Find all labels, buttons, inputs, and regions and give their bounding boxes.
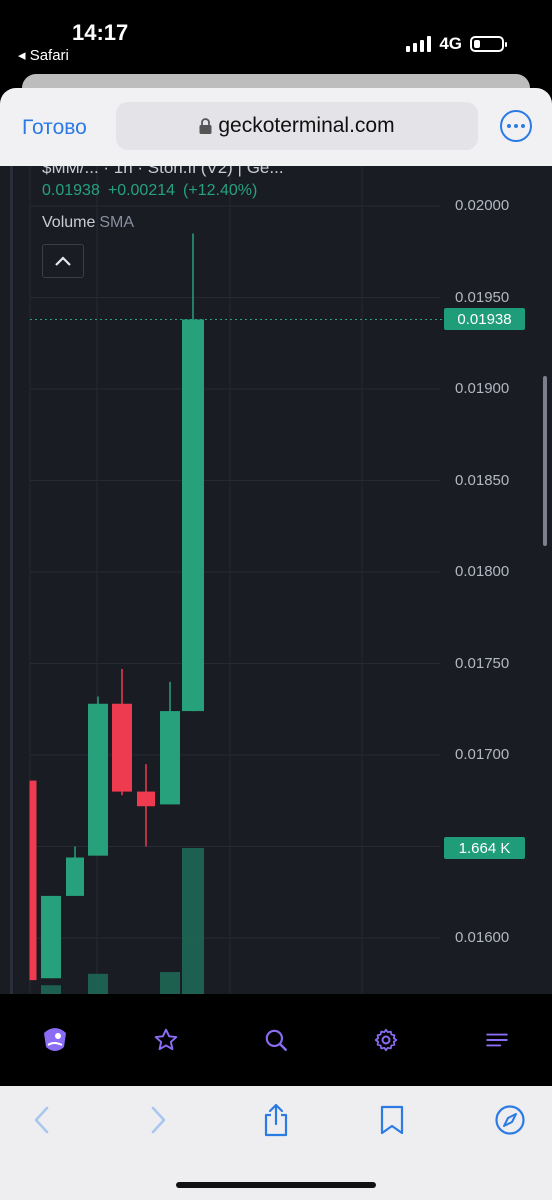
more-icon[interactable] xyxy=(500,110,532,142)
axis-tick-label: 0.02000 xyxy=(455,197,510,214)
network-type: 4G xyxy=(439,34,462,53)
volume-bar xyxy=(88,973,108,994)
axis-tick-label: 0.01950 xyxy=(455,288,510,306)
signal-icon xyxy=(406,36,432,52)
logo-icon xyxy=(44,1028,67,1051)
axis-tick-label: 0.01600 xyxy=(455,929,510,946)
collapse-button[interactable] xyxy=(42,244,84,278)
done-button[interactable]: Готово xyxy=(22,116,87,140)
back-to-app-link[interactable]: ◂ Safari xyxy=(18,46,69,64)
axis-tick-label: 0.01900 xyxy=(455,380,510,397)
menu-icon xyxy=(486,1033,508,1047)
indicator-name: Volume xyxy=(42,214,96,231)
bookmarks-icon xyxy=(380,1105,404,1135)
candle-body[interactable] xyxy=(160,711,180,805)
nav-watchlist[interactable] xyxy=(136,1010,196,1070)
price-change: +0.00214 xyxy=(107,182,176,199)
price-change-pct: (+12.40%) xyxy=(183,182,258,199)
pair-title: $MM/... · 1h · Ston.fi (V2) | Ge... xyxy=(42,166,284,177)
safari-top-bar: Готово geckoterminal.com xyxy=(0,88,552,166)
share-button[interactable] xyxy=(254,1100,298,1140)
volume-bar xyxy=(160,972,180,994)
volume-bar xyxy=(182,848,204,994)
battery-icon xyxy=(470,36,507,52)
status-indicators: 4G xyxy=(406,34,507,54)
price-chart[interactable]: $MM/... · 1h · Ston.fi (V2) | Ge... 0.01… xyxy=(0,166,552,994)
url-bar[interactable]: geckoterminal.com xyxy=(116,102,478,150)
back-button[interactable] xyxy=(20,1100,64,1140)
back-icon xyxy=(34,1106,49,1134)
chart-scrollbar[interactable] xyxy=(543,376,547,546)
current-price: 0.01938 xyxy=(42,182,100,199)
app-bottom-nav xyxy=(0,994,552,1086)
nav-settings[interactable] xyxy=(356,1010,416,1070)
candle-body[interactable] xyxy=(41,895,61,979)
axis-tick-label: 0.01750 xyxy=(455,654,510,672)
current-price-badge: 0.01938 xyxy=(444,308,525,331)
gear-icon xyxy=(375,1028,398,1052)
compass-icon xyxy=(495,1105,525,1135)
compass-button[interactable] xyxy=(488,1100,532,1140)
candle-body[interactable] xyxy=(112,703,132,792)
forward-button[interactable] xyxy=(136,1100,180,1140)
volume-bar xyxy=(41,985,61,994)
axis-tick-label: 0.01800 xyxy=(455,563,510,580)
search-icon xyxy=(265,1029,287,1051)
candle-body[interactable] xyxy=(66,857,84,896)
status-time: 14:17 xyxy=(72,20,129,45)
share-icon xyxy=(264,1103,288,1137)
status-bar: 14:17 ◂ Safari 4G xyxy=(0,0,552,72)
lock-icon xyxy=(199,118,212,134)
home-indicator xyxy=(176,1182,376,1188)
nav-menu[interactable] xyxy=(467,1010,527,1070)
price-summary: 0.01938 +0.00214 (+12.40%) xyxy=(42,182,265,200)
chart-left-border xyxy=(10,166,13,994)
url-text: geckoterminal.com xyxy=(218,114,395,137)
nav-home[interactable] xyxy=(25,1010,85,1070)
indicator-sub: SMA xyxy=(99,214,135,231)
candle-body[interactable] xyxy=(182,319,204,712)
star-icon xyxy=(154,1028,177,1051)
axis-tick-label: 0.01850 xyxy=(455,471,510,489)
volume-indicator-label[interactable]: Volume SMA xyxy=(42,214,134,232)
forward-icon xyxy=(151,1106,166,1134)
candle-body[interactable] xyxy=(29,780,37,981)
candle-body[interactable] xyxy=(88,703,108,856)
volume-badge: 1.664 K xyxy=(444,837,525,859)
nav-search[interactable] xyxy=(246,1010,306,1070)
chevron-up-icon xyxy=(55,256,71,266)
candle-body[interactable] xyxy=(137,791,155,807)
bookmarks-button[interactable] xyxy=(370,1100,414,1140)
axis-tick-label: 0.01700 xyxy=(455,746,510,763)
